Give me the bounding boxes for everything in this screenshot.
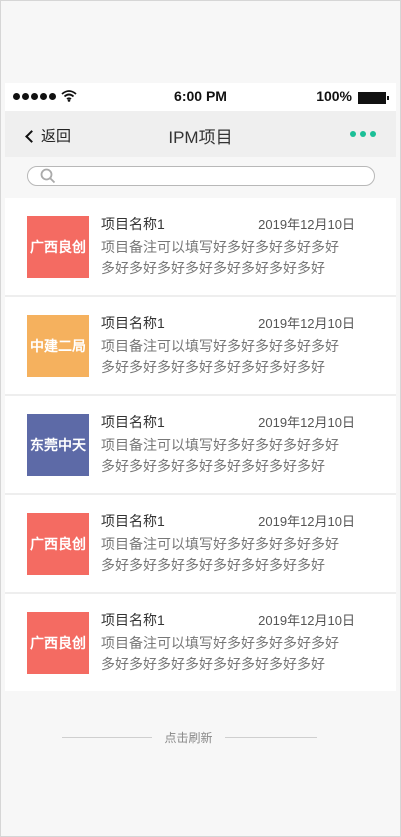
project-name: 项目名称1 — [101, 612, 165, 628]
status-bar: 6:00 PM 100% — [5, 83, 396, 111]
project-date: 2019年12月10日 — [258, 613, 355, 628]
project-name: 项目名称1 — [101, 315, 165, 331]
project-description: 项目备注可以填写好多好多好多好多好多好多好多好多好多好多好多好多好多... — [101, 338, 339, 375]
project-logo: 广西良创 — [27, 612, 89, 674]
refresh-button[interactable]: 点击刷新 — [1, 729, 376, 746]
search-input[interactable] — [27, 166, 375, 186]
list-item[interactable]: 中建二局 项目名称1 2019年12月10日 项目备注可以填写好多好多好多好多好… — [5, 297, 396, 396]
more-options-icon[interactable] — [350, 131, 376, 137]
page-title: IPM项目 — [168, 128, 233, 147]
project-name: 项目名称1 — [101, 414, 165, 430]
list-item[interactable]: 广西良创 项目名称1 2019年12月10日 项目备注可以填写好多好多好多好多好… — [5, 594, 396, 691]
navigation-bar: 返回 IPM项目 — [5, 111, 396, 157]
project-logo: 广西良创 — [27, 216, 89, 278]
project-logo: 中建二局 — [27, 315, 89, 377]
project-name: 项目名称1 — [101, 513, 165, 529]
project-date: 2019年12月10日 — [258, 415, 355, 430]
project-logo: 广西良创 — [27, 513, 89, 575]
divider — [225, 737, 317, 738]
list-item[interactable]: 广西良创 项目名称1 2019年12月10日 项目备注可以填写好多好多好多好多好… — [5, 495, 396, 594]
project-date: 2019年12月10日 — [258, 217, 355, 232]
project-description: 项目备注可以填写好多好多好多好多好多好多好多好多好多好多好多好多好多... — [101, 437, 339, 474]
phone-frame: 6:00 PM 100% 返回 IPM项目 广西良创 项目名称1 2019年12… — [0, 0, 401, 837]
project-date: 2019年12月10日 — [258, 316, 355, 331]
search-icon — [40, 168, 56, 184]
project-description: 项目备注可以填写好多好多好多好多好多好多好多好多好多好多好多好多好多... — [101, 536, 339, 573]
search-area — [5, 157, 396, 197]
project-description: 项目备注可以填写好多好多好多好多好多好多好多好多好多好多好多好多好多... — [101, 635, 339, 672]
list-item[interactable]: 东莞中天 项目名称1 2019年12月10日 项目备注可以填写好多好多好多好多好… — [5, 396, 396, 495]
list-item[interactable]: 广西良创 项目名称1 2019年12月10日 项目备注可以填写好多好多好多好多好… — [5, 198, 396, 297]
project-name: 项目名称1 — [101, 216, 165, 232]
project-list: 广西良创 项目名称1 2019年12月10日 项目备注可以填写好多好多好多好多好… — [5, 198, 396, 691]
refresh-footer: 点击刷新 — [1, 727, 400, 747]
project-description: 项目备注可以填写好多好多好多好多好多好多好多好多好多好多好多好多好多... — [101, 239, 339, 276]
project-date: 2019年12月10日 — [258, 514, 355, 529]
project-logo: 东莞中天 — [27, 414, 89, 476]
battery-percentage: 100% — [316, 88, 352, 104]
battery-icon — [358, 92, 389, 104]
